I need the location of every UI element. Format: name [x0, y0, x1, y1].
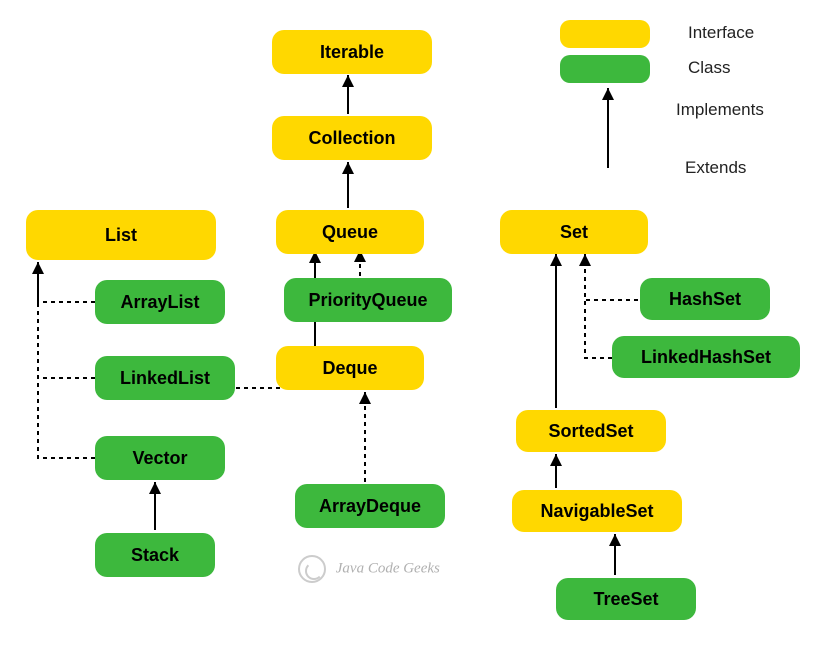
- node-label: HashSet: [669, 289, 741, 310]
- node-set: Set: [500, 210, 648, 254]
- legend-interface-label: Interface: [688, 23, 754, 43]
- node-label: NavigableSet: [540, 501, 653, 522]
- legend-class-swatch: [560, 55, 650, 83]
- node-priorityqueue: PriorityQueue: [284, 278, 452, 322]
- node-hashset: HashSet: [640, 278, 770, 320]
- node-label: ArrayList: [120, 292, 199, 313]
- node-list: List: [26, 210, 216, 260]
- node-label: Queue: [322, 222, 378, 243]
- legend-implements-label: Implements: [676, 100, 764, 120]
- node-arraylist: ArrayList: [95, 280, 225, 324]
- node-label: Set: [560, 222, 588, 243]
- node-label: LinkedHashSet: [641, 347, 771, 368]
- node-linkedhashset: LinkedHashSet: [612, 336, 800, 378]
- legend-class-label: Class: [688, 58, 731, 78]
- legend-interface-swatch: [560, 20, 650, 48]
- node-collection: Collection: [272, 116, 432, 160]
- node-label: Collection: [308, 128, 395, 149]
- node-navigableset: NavigableSet: [512, 490, 682, 532]
- node-treeset: TreeSet: [556, 578, 696, 620]
- node-deque: Deque: [276, 346, 424, 390]
- node-label: Iterable: [320, 42, 384, 63]
- node-label: Deque: [322, 358, 377, 379]
- node-vector: Vector: [95, 436, 225, 480]
- node-sortedset: SortedSet: [516, 410, 666, 452]
- node-label: Vector: [132, 448, 187, 469]
- legend-extends-label: Extends: [685, 158, 746, 178]
- node-label: TreeSet: [593, 589, 658, 610]
- node-queue: Queue: [276, 210, 424, 254]
- watermark-logo: Java Code Geeks: [298, 555, 440, 583]
- node-label: Stack: [131, 545, 179, 566]
- node-arraydeque: ArrayDeque: [295, 484, 445, 528]
- node-stack: Stack: [95, 533, 215, 577]
- node-label: ArrayDeque: [319, 496, 421, 517]
- node-iterable: Iterable: [272, 30, 432, 74]
- node-label: List: [105, 225, 137, 246]
- watermark-icon: [298, 555, 326, 583]
- node-label: LinkedList: [120, 368, 210, 389]
- node-label: SortedSet: [548, 421, 633, 442]
- watermark-text: Java Code Geeks: [336, 560, 440, 576]
- node-linkedlist: LinkedList: [95, 356, 235, 400]
- node-label: PriorityQueue: [308, 290, 427, 311]
